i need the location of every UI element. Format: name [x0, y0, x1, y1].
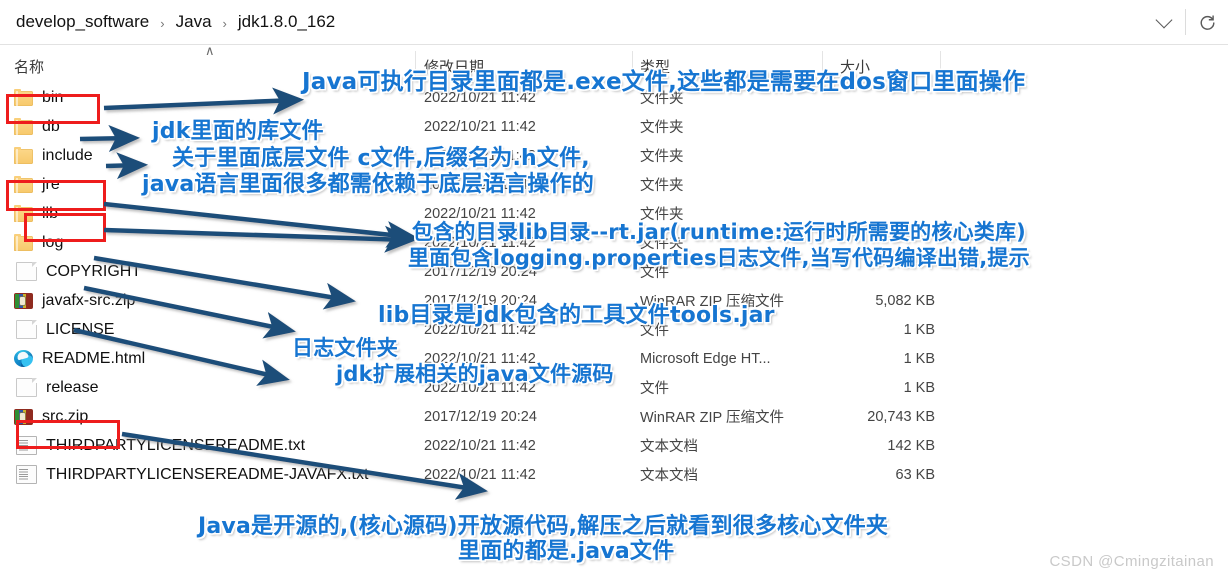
- file-name-cell[interactable]: javafx-src.zip: [14, 286, 135, 315]
- breadcrumb-separator-icon: ›: [222, 15, 227, 31]
- file-type-cell: 文件夹: [640, 149, 684, 165]
- address-bar-actions: [1143, 0, 1228, 44]
- file-name-cell[interactable]: lib: [14, 199, 58, 228]
- breadcrumb-item-1[interactable]: Java: [174, 12, 214, 32]
- folder-icon: [14, 204, 33, 222]
- file-type-cell: 文本文档: [640, 468, 698, 484]
- annotation-bin: Java可执行目录里面都是.exe文件,这些都是需要在dos窗口里面操作: [302, 69, 1026, 95]
- file-size-cell: 1 KB: [903, 321, 935, 338]
- folder-icon: [14, 88, 33, 106]
- text-file-icon: [16, 436, 37, 455]
- file-size-cell: 1 KB: [903, 350, 935, 367]
- file-name-label: bin: [42, 88, 64, 106]
- file-name-cell[interactable]: README.html: [14, 344, 145, 373]
- document-icon: [16, 320, 37, 339]
- sort-ascending-icon: ∧: [205, 43, 215, 58]
- file-date-cell: 2017/12/19 20:24: [424, 408, 537, 425]
- file-name-cell[interactable]: include: [14, 141, 93, 170]
- file-date-cell: 2022/10/21 11:42: [424, 437, 536, 454]
- breadcrumb[interactable]: develop_software › Java › jdk1.8.0_162: [14, 12, 337, 32]
- file-name-label: COPYRIGHT: [46, 262, 142, 280]
- file-type-cell: 文本文档: [640, 439, 698, 455]
- file-name-cell[interactable]: jre: [14, 170, 60, 199]
- annotation-src-2: 里面的都是.java文件: [458, 539, 675, 564]
- file-name-label: log: [42, 233, 64, 251]
- annotation-javafx: jdk扩展相关的java文件源码: [336, 362, 614, 386]
- file-name-label: include: [42, 146, 93, 164]
- table-row[interactable]: release 2022/10/21 11:42 文件 1 KB: [0, 373, 1228, 402]
- file-name-cell[interactable]: THIRDPARTYLICENSEREADME-JAVAFX.txt: [14, 460, 368, 489]
- file-name-label: LICENSE: [46, 320, 115, 338]
- refresh-icon: [1200, 14, 1214, 30]
- file-name-cell[interactable]: release: [14, 373, 98, 402]
- annotation-jre-2: 里面包含logging.properties日志文件,当写代码编译出错,提示: [408, 246, 1030, 270]
- zip-archive-icon: [14, 293, 33, 309]
- file-name-label: release: [46, 378, 99, 396]
- breadcrumb-item-2[interactable]: jdk1.8.0_162: [236, 12, 337, 32]
- file-name-cell[interactable]: LICENSE: [14, 315, 114, 344]
- folder-icon: [14, 175, 33, 193]
- watermark: CSDN @Cmingzitainan: [1049, 553, 1214, 570]
- file-size-cell: 5,082 KB: [875, 292, 935, 309]
- file-name-cell[interactable]: src.zip: [14, 402, 88, 431]
- file-name-cell[interactable]: log: [14, 228, 63, 257]
- file-date-cell: 2022/10/21 11:42: [424, 118, 536, 135]
- file-size-cell: [760, 112, 935, 141]
- file-size-cell: 63 KB: [895, 466, 936, 483]
- file-name-label: lib: [42, 204, 59, 222]
- breadcrumb-separator-icon: ›: [160, 15, 165, 31]
- file-name-label: README.html: [42, 349, 146, 367]
- table-row[interactable]: src.zip 2017/12/19 20:24 WinRAR ZIP 压缩文件 20…: [0, 402, 1228, 431]
- file-type-cell: Microsoft Edge HT...: [640, 350, 771, 367]
- file-size-cell: [760, 141, 935, 170]
- folder-icon: [14, 233, 33, 251]
- file-name-label: THIRDPARTYLICENSEREADME.txt: [46, 436, 306, 454]
- chevron-down-icon: [1155, 11, 1173, 28]
- text-file-icon: [16, 465, 37, 484]
- document-icon: [16, 262, 37, 281]
- file-size-cell: 20,743 KB: [867, 408, 935, 425]
- zip-archive-icon: [14, 409, 33, 425]
- file-size-cell: 142 KB: [887, 437, 935, 454]
- file-name-cell[interactable]: THIRDPARTYLICENSEREADME.txt: [14, 431, 305, 460]
- document-icon: [16, 378, 37, 397]
- file-name-label: THIRDPARTYLICENSEREADME-JAVAFX.txt: [46, 465, 369, 483]
- file-name-label: db: [42, 117, 60, 135]
- breadcrumb-item-0[interactable]: develop_software: [14, 12, 151, 32]
- file-size-cell: 1 KB: [903, 379, 935, 396]
- column-header-name[interactable]: 名称: [14, 56, 44, 77]
- table-row[interactable]: THIRDPARTYLICENSEREADME.txt 2022/10/21 11…: [0, 431, 1228, 460]
- annotation-include-2: java语言里面很多都需依赖于底层语言操作的: [142, 172, 594, 197]
- table-row[interactable]: README.html 2022/10/21 11:42 Microsoft Edg…: [0, 344, 1228, 373]
- table-row[interactable]: THIRDPARTYLICENSEREADME-JAVAFX.txt 2022/1…: [0, 460, 1228, 489]
- file-name-label: jre: [42, 175, 60, 193]
- file-name-cell[interactable]: bin: [14, 83, 63, 112]
- file-name-cell[interactable]: COPYRIGHT: [14, 257, 141, 286]
- annotation-lib: lib目录是jdk包含的工具文件tools.jar: [378, 303, 775, 328]
- file-date-cell: 2022/10/21 11:42: [424, 466, 536, 483]
- refresh-button[interactable]: [1186, 0, 1228, 44]
- address-bar[interactable]: develop_software › Java › jdk1.8.0_162: [0, 0, 1228, 45]
- file-type-cell: 文件夹: [640, 120, 684, 136]
- folder-icon: [14, 117, 33, 135]
- folder-icon: [14, 146, 33, 164]
- file-type-cell: 文件夹: [640, 178, 684, 194]
- edge-browser-icon: [14, 350, 33, 367]
- history-dropdown-button[interactable]: [1143, 0, 1185, 44]
- file-type-cell: 文件: [640, 381, 669, 397]
- file-name-label: src.zip: [42, 407, 89, 425]
- file-name-cell[interactable]: db: [14, 112, 60, 141]
- file-name-label: javafx-src.zip: [42, 291, 136, 309]
- file-size-cell: [760, 170, 935, 199]
